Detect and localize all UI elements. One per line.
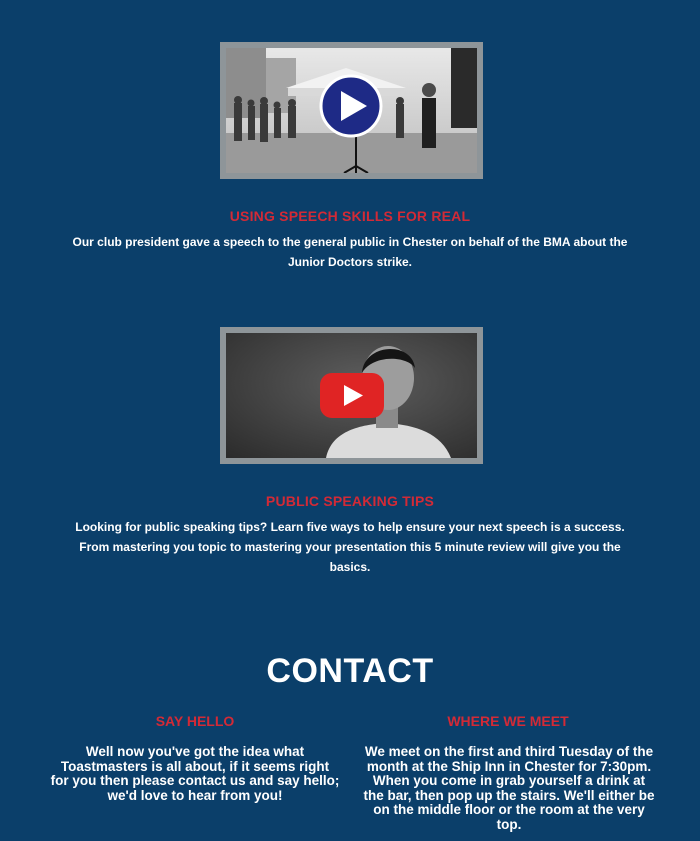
speaker-portrait-photo (226, 333, 477, 458)
video-description: Our club president gave a speech to the … (72, 235, 628, 269)
street-speech-photo (226, 48, 477, 173)
video-description: Looking for public speaking tips? Learn … (75, 520, 625, 574)
where-we-meet-text: We meet on the first and third Tuesday o… (363, 744, 655, 832)
say-hello-title: SAY HELLO (155, 713, 235, 729)
video-screen[interactable] (226, 48, 477, 173)
video-title: USING SPEECH SKILLS FOR REAL (229, 208, 471, 224)
contact-heading: CONTACT (266, 652, 434, 690)
say-hello-text: Well now you've got the idea what Toastm… (50, 744, 340, 803)
where-we-meet-title: WHERE WE MEET (447, 713, 569, 729)
video-thumbnail-speaking-tips[interactable] (220, 327, 483, 464)
video-screen[interactable] (226, 333, 477, 458)
video-thumbnail-speech-skills[interactable] (220, 42, 483, 179)
video-title: PUBLIC SPEAKING TIPS (265, 493, 435, 509)
